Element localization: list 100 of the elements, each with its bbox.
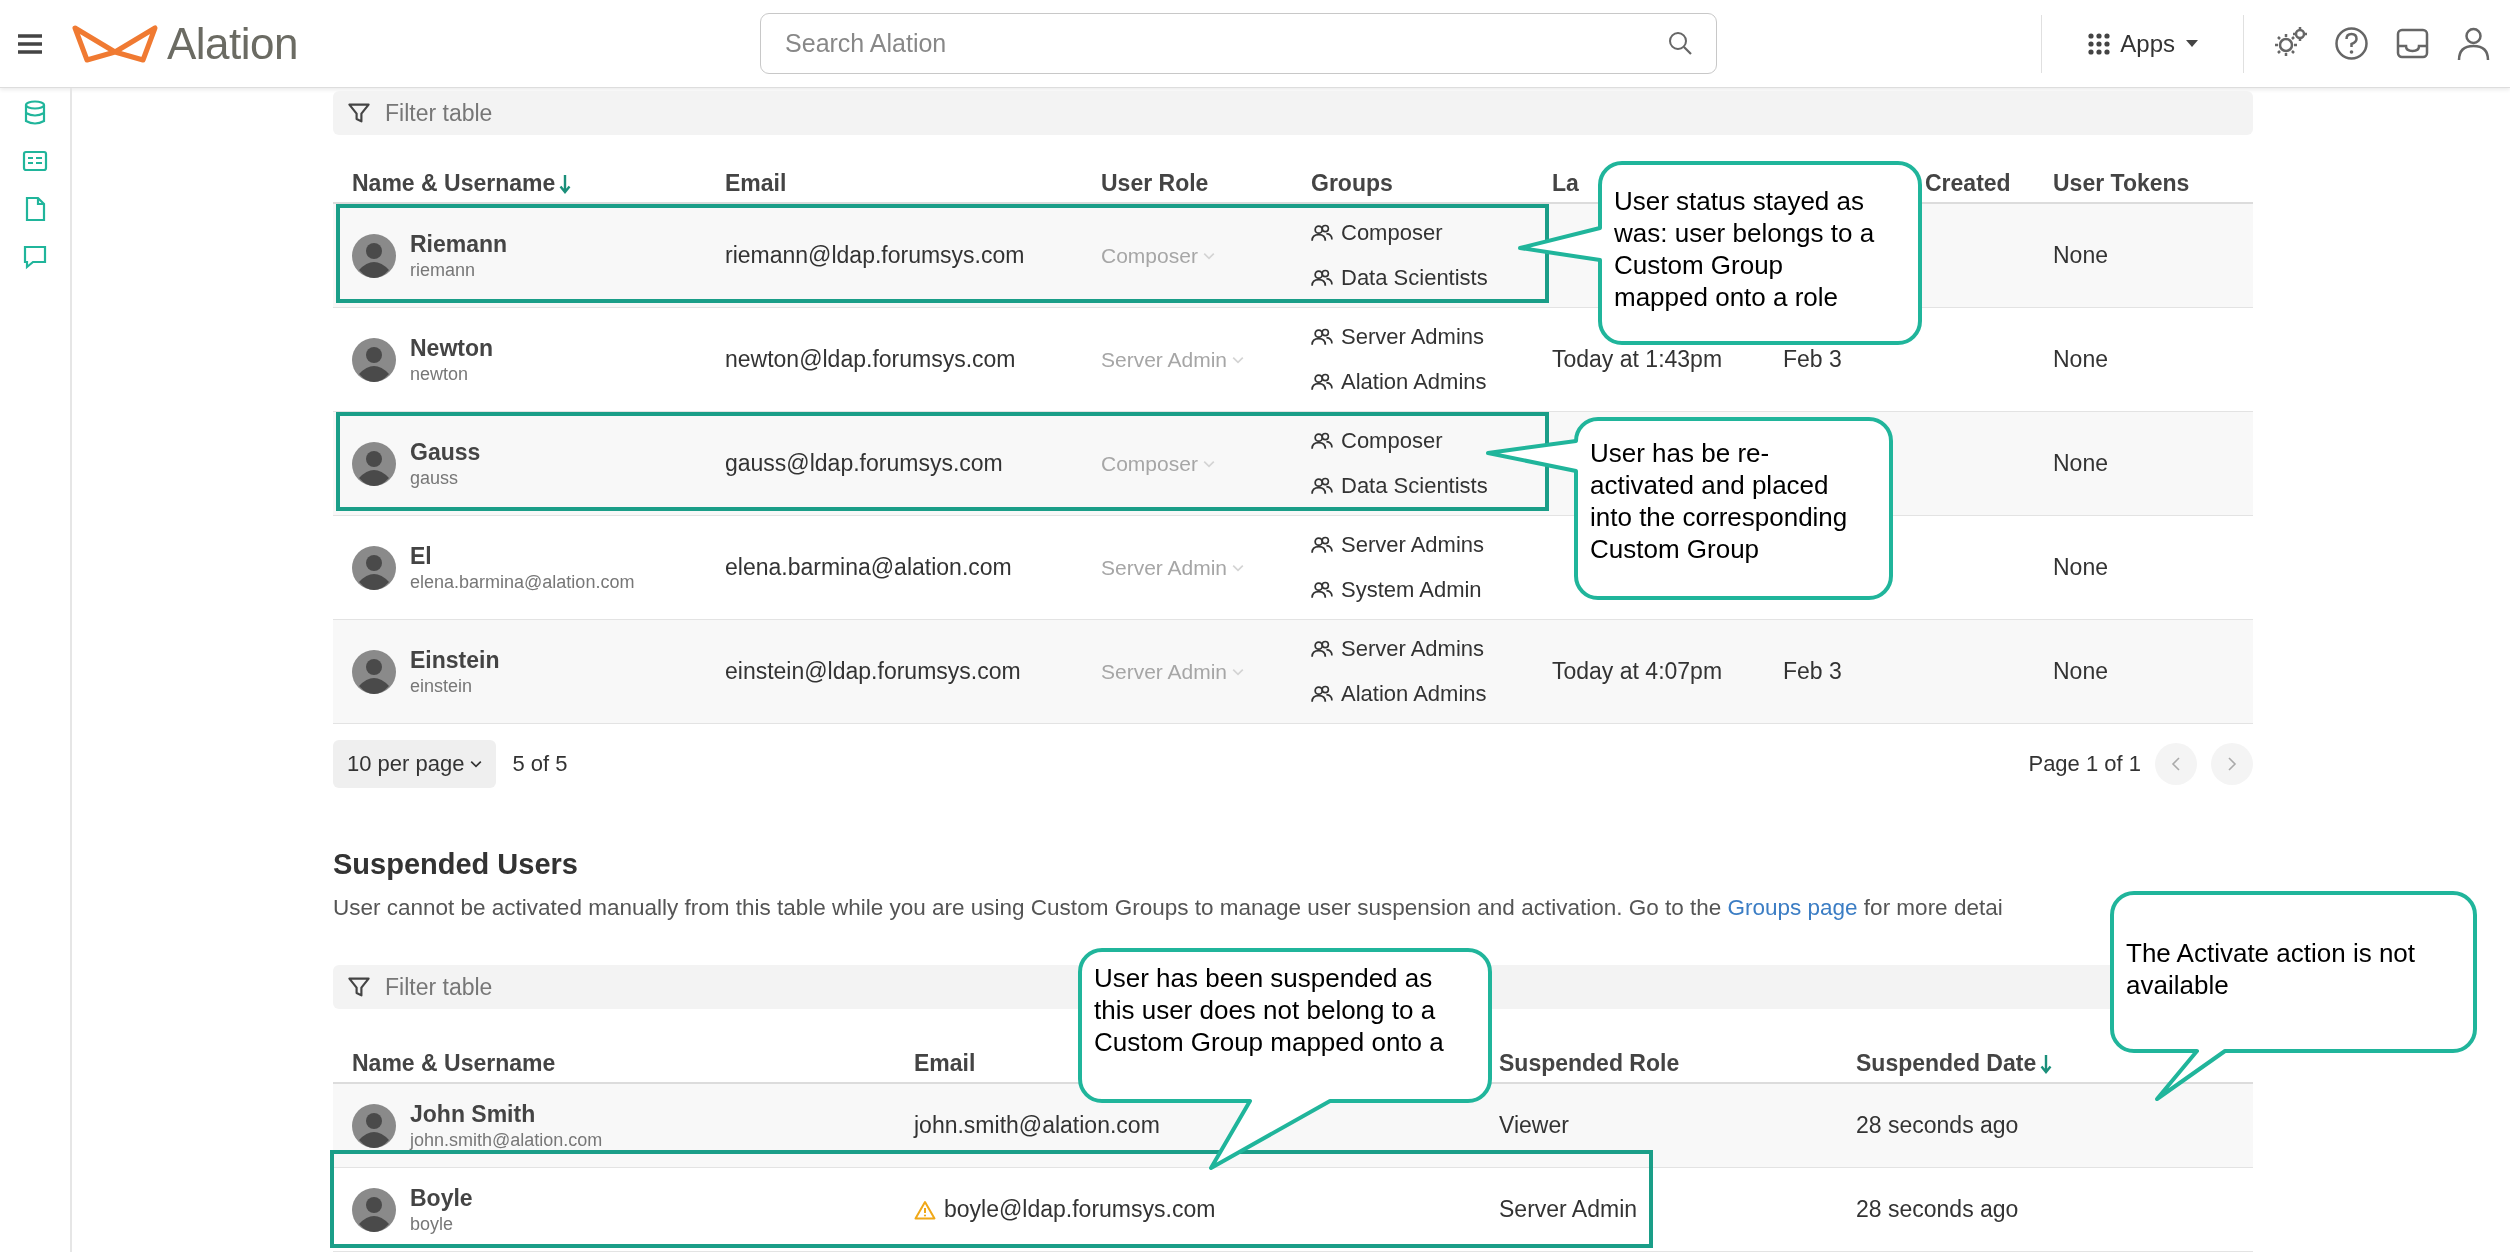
suspended-date: 28 seconds ago: [1856, 1196, 2019, 1223]
filter-icon: [347, 101, 371, 125]
avatar-icon: [352, 233, 396, 278]
people-icon: [1311, 639, 1333, 658]
group-name: Alation Admins: [1341, 681, 1487, 708]
help-icon[interactable]: [2333, 25, 2370, 62]
avatar-icon: [352, 545, 396, 590]
page-size-dropdown[interactable]: 10 per page: [333, 740, 497, 788]
people-icon: [1311, 685, 1333, 704]
username: elena.barmina@alation.com: [410, 571, 635, 593]
caret-icon: [1202, 459, 1215, 468]
people-icon: [1311, 581, 1333, 600]
username: riemann: [410, 259, 477, 281]
username: einstein: [410, 675, 474, 697]
chevron-left-icon: [2170, 756, 2182, 772]
user-name: Einstein: [410, 646, 500, 674]
people-icon: [1311, 477, 1333, 496]
column-header[interactable]: Created: [1925, 170, 2011, 197]
people-icon: [1311, 269, 1333, 288]
database-icon[interactable]: [22, 100, 48, 126]
section-title: Suspended Users: [333, 848, 579, 880]
username: gauss: [410, 467, 460, 489]
caret-icon: [1232, 563, 1245, 572]
avatar-icon: [352, 649, 396, 694]
avatar-icon: [352, 1187, 396, 1232]
last-login-text: Today at 1:43pm: [1552, 346, 1723, 373]
column-header[interactable]: User Tokens: [2053, 170, 2190, 197]
grid-icon: [2088, 32, 2111, 55]
column-header[interactable]: Name & Username: [352, 170, 572, 197]
callout-text: User has be re- activated and placed into the corresponding Custom Group: [1590, 437, 1848, 565]
column-header[interactable]: User Role: [1101, 170, 1209, 197]
column-header[interactable]: Suspended Role: [1499, 1050, 1680, 1077]
chevron-right-icon: [2226, 756, 2238, 772]
email-text: newton@ldap.forumsys.com: [725, 346, 1016, 373]
user-name: El: [410, 542, 433, 570]
suspended-date: 28 seconds ago: [1856, 1112, 2019, 1139]
email-text: john.smith@alation.com: [914, 1112, 1160, 1139]
caret-icon: [1202, 251, 1215, 260]
user-name: Gauss: [410, 438, 481, 466]
filter-field[interactable]: Filter table: [333, 91, 2253, 135]
avatar-icon: [352, 1103, 396, 1148]
tokens-text: None: [2053, 450, 2108, 477]
column-header[interactable]: Suspended Date: [1856, 1050, 2053, 1077]
group-name: Server Admins: [1341, 531, 1485, 558]
search-icon[interactable]: [1667, 30, 1694, 56]
menu-icon[interactable]: [16, 31, 44, 56]
chat-icon[interactable]: [22, 244, 48, 270]
last-login-text: Today at 4:07pm: [1552, 658, 1723, 685]
apps-button[interactable]: Apps: [2088, 29, 2199, 58]
filter-field[interactable]: Filter table: [333, 965, 1053, 1009]
tokens-text: None: [2053, 242, 2108, 269]
user-name: John Smith: [410, 1100, 537, 1128]
group-name: Composer: [1341, 427, 1443, 454]
role-text: Viewer: [1499, 1112, 1569, 1139]
search-field[interactable]: Search Alation: [760, 13, 1718, 74]
email-text: boyle@ldap.forumsys.com: [944, 1196, 1216, 1223]
role-text: Server Admin: [1499, 1196, 1638, 1223]
people-icon: [1311, 223, 1333, 242]
column-header[interactable]: Groups: [1311, 170, 1393, 197]
people-icon: [1311, 535, 1333, 554]
people-icon: [1311, 431, 1333, 450]
callout-text: User has been suspended as this user does not belong to a Custom Group mapped onto a: [1094, 962, 1444, 1058]
caret-icon: [2185, 39, 2199, 48]
caret-icon: [1232, 667, 1245, 676]
id-card-icon[interactable]: [22, 148, 48, 174]
avatar-icon: [352, 441, 396, 486]
people-icon: [1311, 373, 1333, 392]
created-date: Feb 3: [1783, 658, 1842, 685]
column-header[interactable]: Email: [914, 1050, 976, 1077]
group-name: Data Scientists: [1341, 265, 1488, 292]
username: boyle: [410, 1213, 455, 1235]
logo-text[interactable]: Alation: [167, 18, 299, 69]
group-name: Server Admins: [1341, 635, 1485, 662]
column-header[interactable]: La: [1552, 170, 1579, 197]
groups-page-link[interactable]: Groups page: [1727, 895, 1858, 920]
group-name: Alation Admins: [1341, 369, 1487, 396]
group-name: Composer: [1341, 219, 1443, 246]
caret-icon: [470, 760, 483, 768]
tokens-text: None: [2053, 658, 2108, 685]
caret-icon: [1232, 355, 1245, 364]
people-icon: [1311, 327, 1333, 346]
group-name: System Admin: [1341, 577, 1482, 604]
column-header[interactable]: Email: [725, 170, 787, 197]
group-name: Data Scientists: [1341, 473, 1488, 500]
avatar-icon: [352, 337, 396, 382]
user-name: Newton: [410, 334, 494, 362]
column-header[interactable]: Name & Username: [352, 1050, 556, 1077]
username: newton: [410, 363, 470, 385]
user-icon[interactable]: [2455, 25, 2492, 62]
user-name: Boyle: [410, 1184, 473, 1212]
group-name: Server Admins: [1341, 323, 1485, 350]
callout-text: User status stayed as was: user belongs to a Custom Group mapped onto a role: [1614, 185, 1875, 313]
tokens-text: None: [2053, 554, 2108, 581]
email-text: elena.barmina@alation.com: [725, 554, 1012, 581]
user-name: Riemann: [410, 230, 508, 258]
created-date: Feb 3: [1783, 346, 1842, 373]
email-text: gauss@ldap.forumsys.com: [725, 450, 1003, 477]
email-text: einstein@ldap.forumsys.com: [725, 658, 1021, 685]
callout-text: The Activate action is not available: [2126, 937, 2416, 1001]
row-count: 5 of 5: [512, 751, 568, 777]
